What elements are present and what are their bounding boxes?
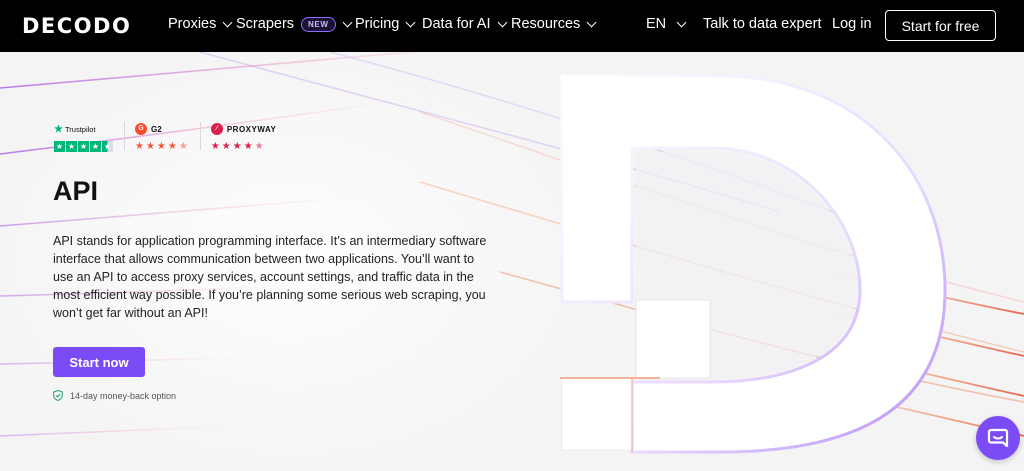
nav-item-label: Scrapers	[236, 16, 295, 32]
trustpilot-rating[interactable]: ★ Trustpilot ★ ★ ★ ★ ★	[54, 122, 114, 152]
chevron-down-icon	[586, 17, 597, 27]
nav-item-data-for-ai[interactable]: Data for AI	[422, 16, 507, 32]
g2-rating[interactable]: G G2 ★★★★ ★	[135, 122, 190, 152]
chat-widget-button[interactable]	[976, 416, 1020, 460]
language-selector[interactable]: EN	[646, 16, 687, 32]
page-description: API stands for application programming i…	[53, 234, 487, 320]
nav-item-scrapers[interactable]: Scrapers NEW	[236, 16, 352, 32]
rating-provider-name: PROXYWAY	[226, 124, 277, 134]
chevron-down-icon	[342, 17, 352, 27]
decodo-logo[interactable]: DECODO	[22, 14, 131, 38]
page-title: API	[53, 176, 99, 206]
talk-to-expert-link[interactable]: Talk to data expert	[703, 16, 822, 32]
rating-provider-name: G2	[151, 124, 162, 134]
top-navigation: DECODO Proxies Scrapers NEW Pricing Data…	[0, 0, 1024, 52]
chat-bubble-icon	[987, 428, 1009, 448]
g2-logo-icon: G	[135, 123, 147, 135]
nav-item-label: Proxies	[168, 16, 217, 32]
nav-item-resources[interactable]: Resources	[511, 16, 597, 32]
trustpilot-stars: ★ ★ ★ ★ ★	[54, 141, 113, 152]
proxyway-stars: ★★★★ ★	[210, 141, 266, 152]
start-now-button[interactable]: Start now	[53, 347, 145, 377]
language-label: EN	[646, 16, 667, 32]
login-link[interactable]: Log in	[832, 16, 872, 32]
start-for-free-button[interactable]: Start for free	[885, 10, 996, 41]
chevron-down-icon	[676, 17, 687, 27]
proxyway-rating[interactable]: ∕ PROXYWAY ★★★★ ★	[210, 122, 277, 152]
g2-stars: ★★★★ ★	[135, 141, 190, 152]
money-back-note: 14-day money-back option	[53, 390, 176, 401]
divider	[124, 122, 125, 150]
chevron-down-icon	[497, 17, 507, 27]
nav-item-label: Pricing	[355, 16, 400, 32]
rating-provider-name: Trustpilot	[64, 124, 96, 134]
money-back-label: 14-day money-back option	[70, 390, 177, 401]
nav-item-label: Resources	[511, 16, 581, 32]
nav-item-pricing[interactable]: Pricing	[355, 16, 416, 32]
trustpilot-star-icon: ★	[54, 123, 63, 135]
chevron-down-icon	[222, 17, 233, 27]
shield-check-icon	[53, 390, 63, 401]
nav-item-proxies[interactable]: Proxies	[168, 16, 233, 32]
decodo-d-shape	[560, 74, 947, 454]
nav-item-label: Data for AI	[422, 16, 491, 32]
ratings-row: ★ Trustpilot ★ ★ ★ ★ ★ G G2 ★★★★ ★ ∕ PROXYWAY…	[54, 122, 276, 152]
proxyway-logo-icon: ∕	[210, 123, 223, 135]
new-badge: NEW	[301, 16, 336, 32]
chevron-down-icon	[405, 17, 416, 27]
divider	[199, 122, 201, 150]
